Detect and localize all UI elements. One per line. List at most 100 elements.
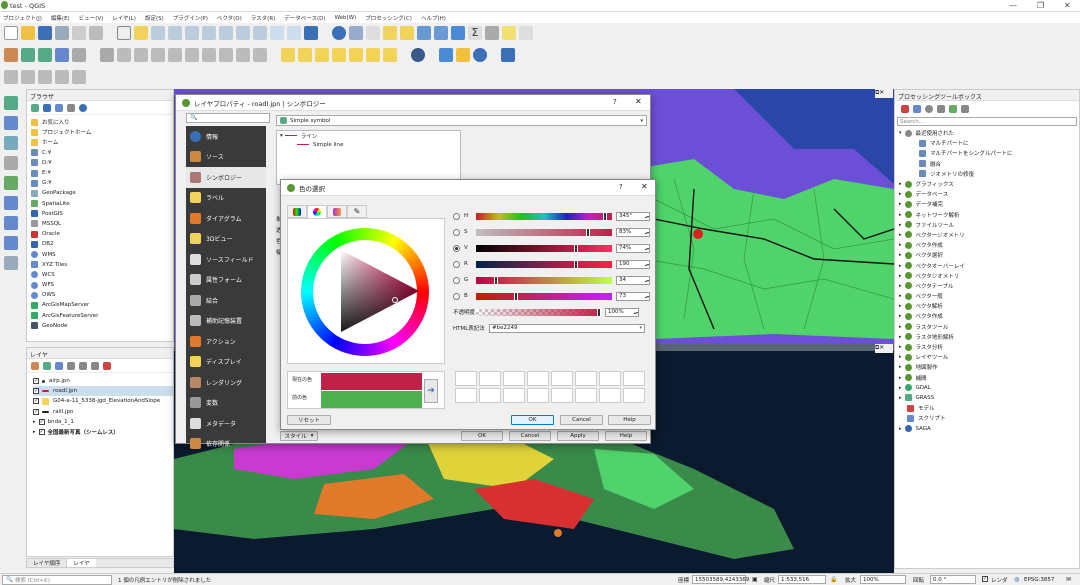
menu-database[interactable]: データベース(D) <box>284 14 325 22</box>
tab-source-fields[interactable]: ソースフィールド <box>186 249 266 270</box>
menu-project[interactable]: プロジェクト(J) <box>3 14 42 22</box>
deselect-icon[interactable] <box>400 26 414 40</box>
browser-item[interactable]: MSSQL <box>31 219 173 229</box>
processing-icon[interactable] <box>451 26 465 40</box>
layer-item[interactable]: ✓ G04-a-11_5338-jgd_ElevationAndSlope <box>33 396 173 406</box>
new-layer-icon[interactable] <box>21 48 35 62</box>
zoom-last-icon[interactable] <box>236 26 250 40</box>
color-swatch[interactable] <box>575 371 597 386</box>
paste-icon[interactable] <box>219 48 233 62</box>
field-calculator-icon[interactable] <box>434 26 448 40</box>
info-icon[interactable] <box>79 103 87 112</box>
processing-group[interactable]: ▸ ベクタオーバーレイ <box>899 260 1079 270</box>
slider-knob[interactable] <box>586 227 590 237</box>
layout-manager-icon[interactable] <box>89 26 103 40</box>
processing-group[interactable]: ▸ GRASS <box>899 393 1079 403</box>
menu-vector[interactable]: ベクタ(O) <box>217 14 242 22</box>
color-swatch[interactable] <box>599 388 621 403</box>
processing-group[interactable]: ▸ ラスタツール <box>899 322 1079 332</box>
add-feature-icon[interactable] <box>134 48 148 62</box>
zoom-next-icon[interactable] <box>253 26 267 40</box>
slider-knob[interactable] <box>494 275 498 285</box>
hue-spinbox[interactable]: 345° ▴▾ <box>616 211 650 221</box>
label-show-icon[interactable] <box>315 48 329 62</box>
processing-group[interactable]: ▸ ベクタテーブル <box>899 281 1079 291</box>
action-icon[interactable] <box>349 26 363 40</box>
menu-layer[interactable]: レイヤ(L) <box>112 14 136 22</box>
saturation-spinbox[interactable]: 83% ▴▾ <box>616 227 650 237</box>
add-wms-icon[interactable] <box>4 196 18 210</box>
processing-group[interactable]: スクリプト <box>899 413 1079 423</box>
browser-item[interactable]: OWS <box>31 290 173 300</box>
render-checkbox[interactable]: ✓ <box>982 576 988 582</box>
help-icon[interactable] <box>501 48 515 62</box>
filter-icon[interactable] <box>55 103 63 112</box>
browser-item[interactable]: GeoPackage <box>31 188 173 198</box>
add-db-icon[interactable] <box>72 48 86 62</box>
label-move-icon[interactable] <box>332 48 346 62</box>
slider-knob[interactable] <box>597 307 601 317</box>
help-button[interactable]: Help <box>608 415 651 425</box>
radio-h[interactable] <box>453 212 460 220</box>
color-swatch[interactable] <box>623 388 645 403</box>
color-swatch[interactable] <box>599 371 621 386</box>
processing-group[interactable]: ▸ ベクタ選択 <box>899 250 1079 260</box>
color-swatch[interactable] <box>455 371 477 386</box>
rectangle-icon[interactable] <box>55 70 69 84</box>
layer-checkbox[interactable]: ✓ <box>33 378 39 385</box>
processing-group[interactable]: ▸ ベクタ一般 <box>899 291 1079 301</box>
browser-item[interactable]: GeoNode <box>31 321 173 331</box>
color-swatch[interactable] <box>503 388 525 403</box>
bookmark-icon[interactable] <box>287 26 301 40</box>
delete-icon[interactable] <box>168 48 182 62</box>
tab-auxiliary-storage[interactable]: 補助記憶装置 <box>186 311 266 332</box>
save-project-icon[interactable] <box>38 26 52 40</box>
radio-b[interactable] <box>453 292 460 300</box>
refresh-icon[interactable] <box>304 26 318 40</box>
layer-checkbox[interactable]: ✓ <box>33 398 39 405</box>
processing-group[interactable]: ▸ ラスタ分析 <box>899 342 1079 352</box>
select-features-icon[interactable] <box>383 26 397 40</box>
pan-to-selection-icon[interactable] <box>134 26 148 40</box>
color-swatch[interactable] <box>551 388 573 403</box>
processing-group[interactable]: ▸ ファイルツール <box>899 220 1079 230</box>
cut-icon[interactable] <box>185 48 199 62</box>
browser-item[interactable]: WFS <box>31 280 173 290</box>
remove-layer-icon[interactable] <box>103 361 111 370</box>
browser-item[interactable]: ホーム <box>31 137 173 147</box>
layer-item[interactable]: ▸ ✓ bnda_1_1 <box>33 417 173 427</box>
radio-r[interactable] <box>453 260 460 268</box>
ok-button[interactable]: OK <box>511 415 554 425</box>
text-annotation-icon[interactable] <box>519 26 533 40</box>
zoom-full-icon[interactable] <box>185 26 199 40</box>
help-icon[interactable]: ? <box>613 98 617 106</box>
select-icon[interactable] <box>366 26 380 40</box>
green-slider[interactable] <box>476 275 612 285</box>
color-swatch[interactable] <box>503 371 525 386</box>
expand-arrow-icon[interactable]: ▸ <box>33 429 36 435</box>
browser-item[interactable]: SpatiaLite <box>31 199 173 209</box>
new-project-icon[interactable] <box>4 26 18 40</box>
add-vector-layer-icon[interactable] <box>4 96 18 110</box>
digitize-icon[interactable] <box>4 48 18 62</box>
processing-item[interactable]: マルチパートに <box>899 138 1079 148</box>
green-spinbox[interactable]: 34 ▴▾ <box>616 275 650 285</box>
processing-group[interactable]: ▸ レイヤツール <box>899 352 1079 362</box>
browser-item[interactable]: Oracle <box>31 229 173 239</box>
expand-icon[interactable] <box>79 361 87 370</box>
crs-label[interactable]: EPSG:3857 <box>1024 577 1054 583</box>
copy-icon[interactable] <box>202 48 216 62</box>
redo-icon[interactable] <box>253 48 267 62</box>
open-project-icon[interactable] <box>21 26 35 40</box>
menu-raster[interactable]: ラスタ(R) <box>251 14 276 22</box>
close-button[interactable]: ✕ <box>1064 1 1071 10</box>
style-icon[interactable] <box>31 361 39 370</box>
edit-features-icon[interactable] <box>949 105 957 113</box>
blue-spinbox[interactable]: 73 ▴▾ <box>616 291 650 301</box>
symbol-layer-simple-line[interactable]: Simple line <box>277 140 460 149</box>
minimize-button[interactable]: — <box>1009 1 1017 10</box>
tab-color-ramp[interactable] <box>287 205 307 218</box>
add-wcs-icon[interactable] <box>4 236 18 250</box>
tab-dependencies[interactable]: 依存関係 <box>186 434 266 455</box>
label-rotate-icon[interactable] <box>349 48 363 62</box>
